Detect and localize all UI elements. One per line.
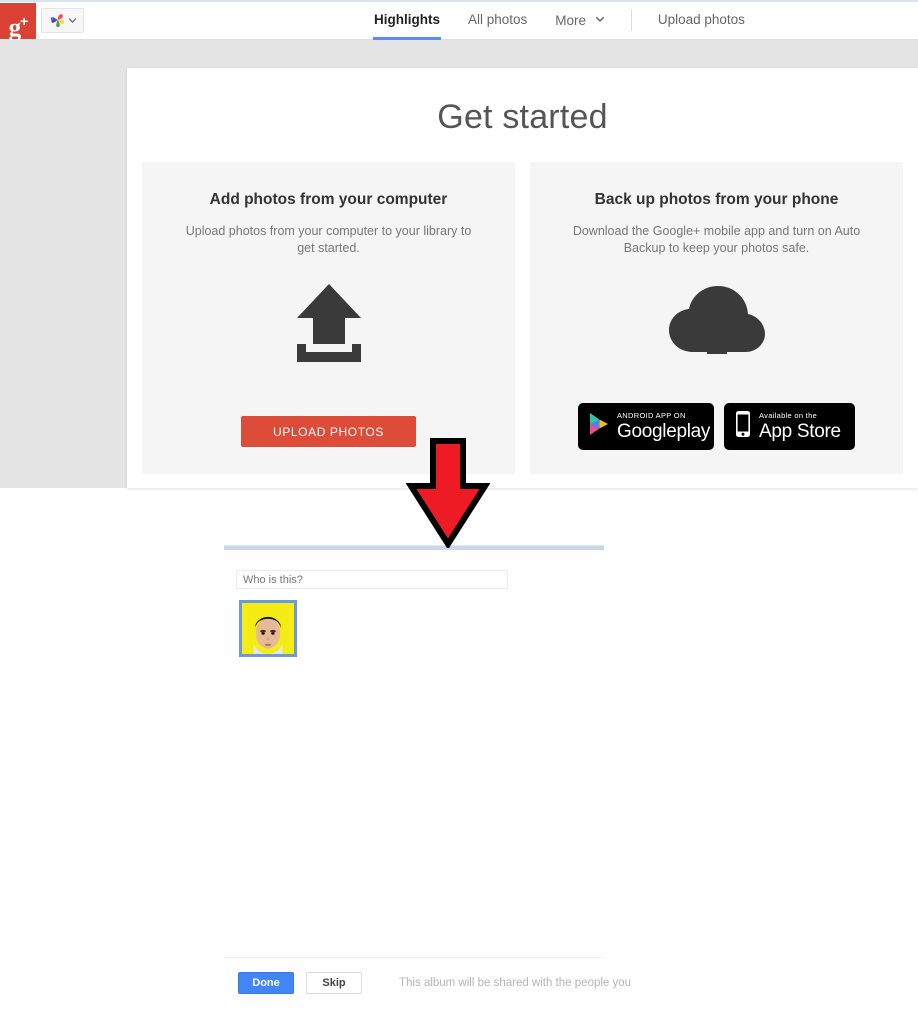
google-play-badge-small: ANDROID APP ON: [617, 411, 686, 421]
google-play-badge[interactable]: ANDROID APP ON Googleplay: [578, 403, 714, 450]
google-photos-pinwheel-icon: [49, 12, 66, 29]
footer-action-bar: Done Skip This album will be shared with…: [238, 972, 631, 994]
app-switcher-button[interactable]: [41, 8, 84, 33]
get-started-tiles: Add photos from your computer Upload pho…: [142, 162, 903, 474]
google-plus-logo-letter: g: [8, 14, 21, 42]
app-store-badge-small: Available on the: [759, 411, 818, 421]
app-store-badge-text: Available on the App Store: [759, 412, 841, 441]
mobile-app-badges: ANDROID APP ON Googleplay Available on t…: [530, 403, 903, 450]
chevron-down-icon: [68, 16, 77, 25]
app-store-badge[interactable]: Available on the App Store: [724, 403, 855, 450]
red-down-arrow-icon: [405, 438, 491, 550]
page-background-left-gutter: [0, 68, 127, 488]
tile-add-photos-description: Upload photos from your computer to your…: [185, 224, 472, 255]
google-plus-logo[interactable]: g+: [0, 3, 36, 42]
page-background-band: [0, 40, 918, 68]
nav-item-upload-photos[interactable]: Upload photos: [644, 0, 759, 40]
google-play-badge-big: Googleplay: [617, 422, 710, 441]
app-store-badge-big: App Store: [759, 420, 841, 442]
tile-add-photos-title: Add photos from your computer: [209, 191, 448, 208]
face-thumbnail[interactable]: [239, 600, 297, 657]
nav-item-highlights[interactable]: Highlights: [360, 0, 454, 40]
tile-add-photos-from-computer: Add photos from your computer Upload pho…: [142, 162, 515, 474]
done-button[interactable]: Done: [238, 972, 294, 994]
iphone-icon: [734, 410, 752, 443]
nav-item-highlights-label: Highlights: [374, 12, 440, 27]
chevron-down-icon: [595, 0, 605, 40]
google-plus-logo-plus: +: [20, 13, 28, 29]
cloud-upload-icon: [530, 282, 903, 358]
google-play-badge-brand: Google: [617, 420, 677, 442]
google-play-badge-text: ANDROID APP ON Googleplay: [617, 412, 710, 441]
footer-divider: [224, 957, 604, 958]
nav-divider: [630, 9, 632, 31]
tile-backup-photos-description: Download the Google+ mobile app and turn…: [572, 224, 861, 255]
upload-photos-button[interactable]: UPLOAD PHOTOS: [241, 416, 416, 447]
get-started-panel: Get started Add photos from your compute…: [127, 68, 918, 488]
nav-item-more[interactable]: More: [541, 0, 619, 40]
who-is-this-input[interactable]: [236, 570, 508, 589]
nav-item-more-label: More: [555, 13, 587, 28]
tile-backup-photos-from-phone: Back up photos from your phone Download …: [530, 162, 903, 474]
nav-item-upload-photos-label: Upload photos: [657, 12, 745, 27]
primary-nav: Highlights All photos More Upload photos: [360, 0, 759, 40]
skip-button[interactable]: Skip: [306, 972, 362, 994]
nav-item-all-photos-label: All photos: [468, 12, 528, 27]
share-note-text: This album will be shared with the peopl…: [399, 977, 632, 989]
google-play-triangle-icon: [588, 412, 610, 441]
google-play-badge-suffix: play: [676, 420, 711, 442]
nav-item-all-photos[interactable]: All photos: [454, 0, 541, 40]
tile-backup-photos-title: Back up photos from your phone: [594, 191, 839, 208]
top-navigation-bar: g+ Highlights All photos More Upload pho…: [0, 0, 918, 42]
page-title: Get started: [437, 98, 608, 136]
upload-arrow-icon: [142, 282, 515, 364]
